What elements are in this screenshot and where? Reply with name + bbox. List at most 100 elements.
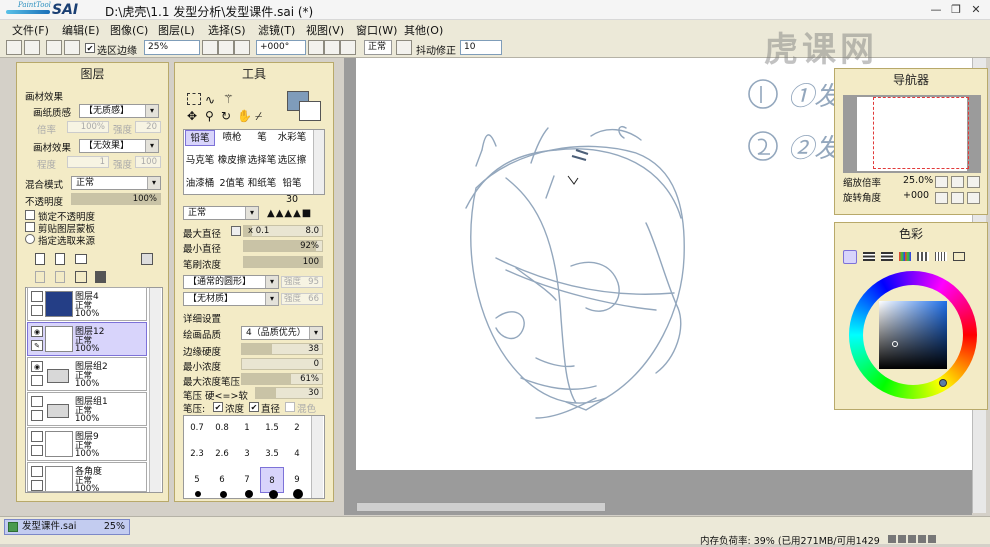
nav-rotate-reset-button[interactable] xyxy=(967,192,980,204)
diameter-lock-icon[interactable] xyxy=(231,226,241,236)
invert-button[interactable] xyxy=(46,40,62,55)
layer-item[interactable]: ◉ ✎ 图层12 正常 100% xyxy=(27,322,147,356)
brush-pencil30[interactable]: 铅笔30 xyxy=(277,176,307,205)
clear-layer-icon[interactable] xyxy=(75,271,87,283)
edge-hardness-slider[interactable]: 38 xyxy=(241,343,323,355)
zoom-out-button[interactable] xyxy=(202,40,218,55)
merge-down-icon[interactable] xyxy=(55,271,65,283)
menu-other[interactable]: 其他(O) xyxy=(404,22,443,38)
hue-ring[interactable] xyxy=(849,271,977,399)
brush-washi[interactable]: 和纸笔 xyxy=(247,176,277,192)
nav-zoom-out-button[interactable] xyxy=(935,176,948,188)
swatch-icon[interactable] xyxy=(917,252,929,261)
file-tab[interactable]: 发型课件.sai 25% xyxy=(4,519,130,535)
rotation-select[interactable]: +000° xyxy=(256,40,306,55)
layer-menu-icon[interactable] xyxy=(141,253,153,265)
size-cell[interactable]: 7 xyxy=(235,475,259,485)
minimize-button[interactable]: — xyxy=(929,3,943,16)
size-cell[interactable]: 3 xyxy=(235,449,259,459)
hand-icon[interactable]: ✋ xyxy=(237,109,252,123)
blend-mode-select[interactable]: 正常 xyxy=(364,40,392,55)
brush-select-pen[interactable]: 选择笔 xyxy=(247,153,277,169)
new-linework-icon[interactable] xyxy=(55,253,65,265)
rotate-icon[interactable]: ↻ xyxy=(221,109,231,123)
delete-layer-icon[interactable] xyxy=(95,271,106,283)
lock-toggle[interactable] xyxy=(31,305,43,316)
brush-bucket[interactable]: 油漆桶 xyxy=(185,176,215,192)
intensity-field[interactable]: 20 xyxy=(135,121,161,133)
layer-list-scrollbar[interactable] xyxy=(149,288,161,492)
brush-eraser[interactable]: 橡皮擦 xyxy=(217,153,247,169)
menu-layer[interactable]: 图层(L) xyxy=(158,22,195,38)
navigator-preview[interactable] xyxy=(843,95,981,173)
lock-toggle[interactable] xyxy=(31,480,43,491)
size-cell[interactable]: 2 xyxy=(285,423,309,433)
layer-item[interactable]: ◉ 图层组2 正常 100% xyxy=(27,357,147,391)
eye-icon[interactable]: ◉ xyxy=(31,361,43,372)
intensity2-field[interactable]: 100 xyxy=(135,156,161,168)
saturation-value-square[interactable] xyxy=(879,301,947,369)
selection-edge-checkbox[interactable]: ✔ xyxy=(85,43,95,53)
brush-shape-select[interactable]: 【通常的圆形】 ▾ xyxy=(183,275,279,289)
brush-edge-shapes[interactable]: ▲▲▲▲■ xyxy=(267,208,312,219)
material-effect-select[interactable]: 【无效果】 ▾ xyxy=(79,139,159,153)
min-density-slider[interactable]: 0 xyxy=(241,358,323,370)
opacity-slider[interactable]: 100% xyxy=(71,193,161,205)
visibility-toggle[interactable] xyxy=(31,291,43,302)
layer-item[interactable]: 图层4 正常 100% xyxy=(27,287,147,321)
shape-strength-field[interactable]: 强度 95 xyxy=(281,276,323,288)
nav-rotate-right-button[interactable] xyxy=(951,192,964,204)
degree-field[interactable]: 1 xyxy=(67,156,109,168)
pressure-density-checkbox[interactable]: ✔ xyxy=(213,402,223,412)
layer-blend-select[interactable]: 正常 ▾ xyxy=(71,176,161,190)
eye-icon[interactable]: ◉ xyxy=(31,326,43,337)
pen-icon[interactable]: ✎ xyxy=(31,340,43,351)
menu-window[interactable]: 窗口(W) xyxy=(356,22,397,38)
zoom-in-button[interactable] xyxy=(218,40,234,55)
paper-texture-select[interactable]: 【无质感】 ▾ xyxy=(79,104,159,118)
brush-brush[interactable]: 笔 xyxy=(247,130,277,146)
transfer-down-icon[interactable] xyxy=(35,271,45,283)
flip-button[interactable] xyxy=(340,40,356,55)
color-wheel-icon[interactable] xyxy=(843,250,857,264)
menu-edit[interactable]: 编辑(E) xyxy=(62,22,100,38)
magic-wand-icon[interactable]: ⚚ xyxy=(223,92,234,106)
nav-zoom-reset-button[interactable] xyxy=(967,176,980,188)
size-grid-scrollbar[interactable] xyxy=(311,416,323,498)
brush-watercolor[interactable]: 水彩笔 xyxy=(277,130,307,146)
size-cell[interactable]: 1.5 xyxy=(260,423,284,433)
visibility-toggle[interactable] xyxy=(31,466,43,477)
new-layer-icon[interactable] xyxy=(35,253,45,265)
brush-airbrush[interactable]: 喷枪 xyxy=(217,130,247,146)
brush-marker[interactable]: 马克笔 xyxy=(185,153,215,169)
layer-item[interactable]: 各角度 正常 100% xyxy=(27,462,147,492)
mix-icon[interactable] xyxy=(899,252,911,261)
stabilizer-icon[interactable] xyxy=(396,40,412,55)
size-cell[interactable]: 4 xyxy=(285,449,309,459)
rgb-slider-icon[interactable] xyxy=(863,252,875,261)
menu-file[interactable]: 文件(F) xyxy=(12,22,49,38)
brush-select-eraser[interactable]: 选区擦 xyxy=(277,153,307,169)
palette-icon[interactable] xyxy=(953,252,965,261)
size-cell[interactable]: 2.3 xyxy=(185,449,209,459)
visibility-toggle[interactable] xyxy=(31,396,43,407)
visibility-toggle[interactable] xyxy=(31,431,43,442)
lock-toggle[interactable] xyxy=(31,375,43,386)
texture-strength-field[interactable]: 强度 66 xyxy=(281,293,323,305)
rect-select-icon[interactable] xyxy=(187,93,201,105)
size-cell[interactable]: 1 xyxy=(235,423,259,433)
ratio-field[interactable]: 100% xyxy=(67,121,109,133)
brush-texture-select[interactable]: 【无材质】 ▾ xyxy=(183,292,279,306)
eyedropper-icon[interactable]: ⌿ xyxy=(255,109,262,124)
lock-opacity-checkbox[interactable] xyxy=(25,210,35,220)
hue-picker-cursor[interactable] xyxy=(939,379,947,387)
zoom-reset-button[interactable] xyxy=(234,40,250,55)
clip-mask-checkbox[interactable] xyxy=(25,222,35,232)
size-cell[interactable]: 6 xyxy=(210,475,234,485)
size-cell[interactable]: 9 xyxy=(285,475,309,485)
min-diameter-slider[interactable]: 92% xyxy=(243,240,323,252)
nav-rotate-left-button[interactable] xyxy=(935,192,948,204)
rotate-left-button[interactable] xyxy=(308,40,324,55)
hide-selection-button[interactable] xyxy=(64,40,80,55)
lock-toggle[interactable] xyxy=(31,410,43,421)
